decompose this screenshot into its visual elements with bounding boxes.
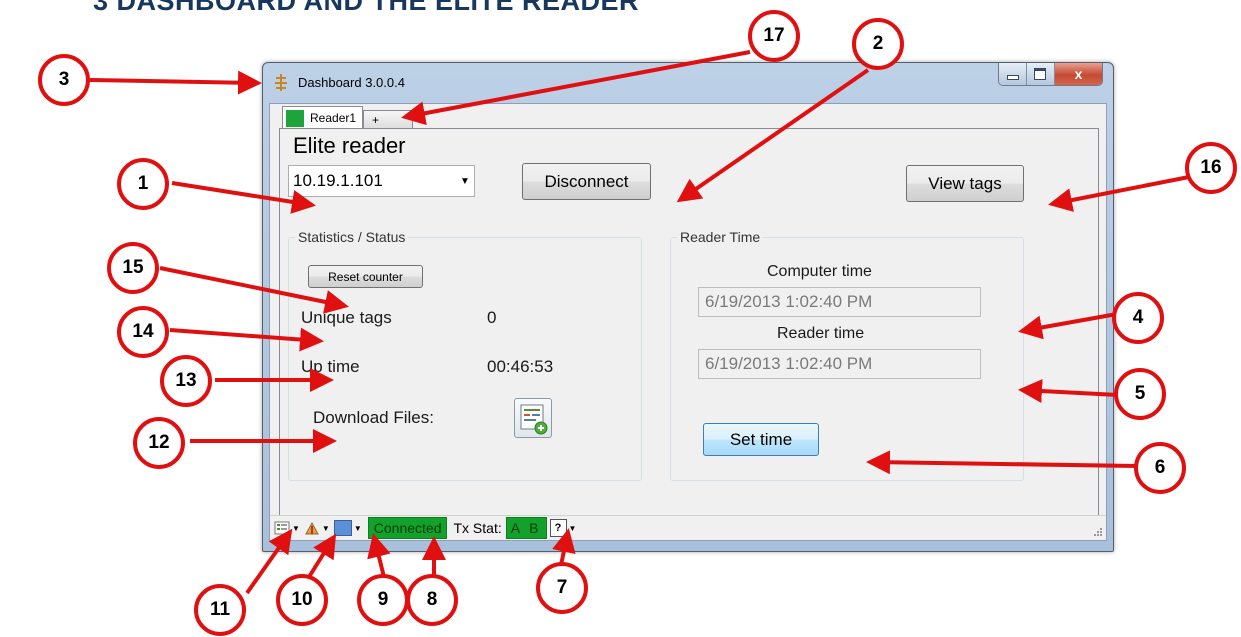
callout-15: 15 bbox=[107, 242, 159, 294]
annotation-arrows bbox=[89, 50, 1190, 595]
arrow-10 bbox=[307, 533, 337, 579]
callout-16: 16 bbox=[1185, 142, 1237, 194]
arrow-15 bbox=[159, 266, 349, 314]
arrow-7 bbox=[552, 528, 576, 566]
callout-9: 9 bbox=[357, 574, 409, 626]
callout-2: 2 bbox=[852, 18, 904, 70]
arrow-3 bbox=[89, 70, 262, 95]
arrow-2 bbox=[676, 68, 870, 203]
callout-5: 5 bbox=[1114, 368, 1166, 420]
callout-17: 17 bbox=[748, 10, 800, 62]
arrow-5 bbox=[1018, 379, 1119, 404]
callout-6: 6 bbox=[1134, 442, 1186, 494]
callout-10: 10 bbox=[276, 574, 328, 626]
arrow-1 bbox=[171, 181, 316, 214]
arrow-4 bbox=[1018, 312, 1118, 340]
arrow-6 bbox=[866, 450, 1138, 475]
callout-12: 12 bbox=[133, 417, 185, 469]
arrow-16 bbox=[1048, 175, 1190, 212]
callout-13: 13 bbox=[160, 355, 212, 407]
arrow-9 bbox=[367, 533, 391, 578]
callout-8: 8 bbox=[406, 574, 458, 626]
callout-11: 11 bbox=[194, 584, 246, 636]
callout-1: 1 bbox=[117, 158, 169, 210]
callout-4: 4 bbox=[1112, 292, 1164, 344]
arrow-14 bbox=[169, 327, 324, 352]
callout-14: 14 bbox=[117, 306, 169, 358]
arrow-17 bbox=[401, 50, 751, 126]
callout-3: 3 bbox=[38, 54, 90, 106]
callout-7: 7 bbox=[536, 562, 588, 614]
